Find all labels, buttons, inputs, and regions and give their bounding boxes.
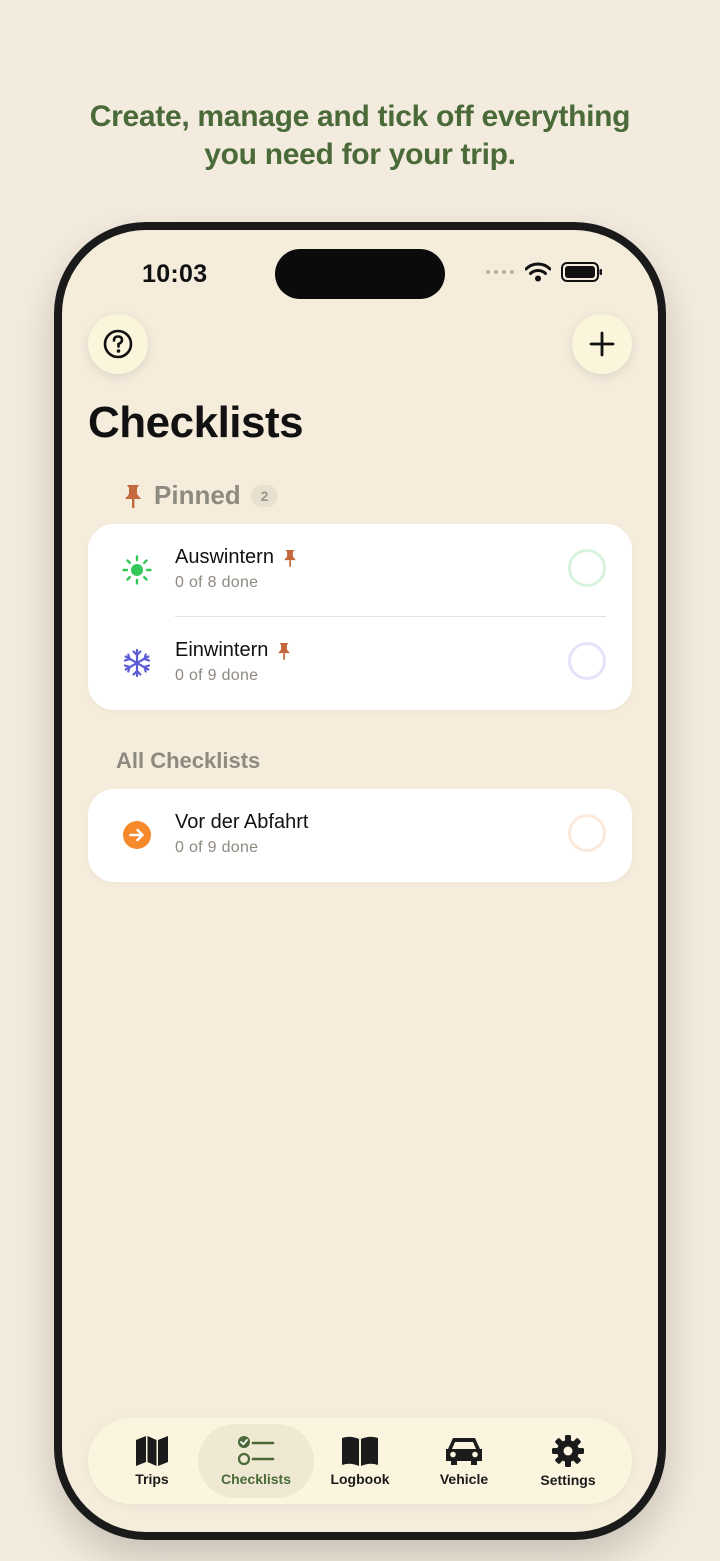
tab-bar: Trips Checklists Logbook Vehicle Setting… xyxy=(88,1418,632,1504)
battery-icon xyxy=(561,262,602,282)
progress-ring xyxy=(568,814,606,852)
list-item-progress: 0 of 9 done xyxy=(175,839,259,856)
tab-label: Logbook xyxy=(330,1471,390,1487)
checklist-icon xyxy=(237,1436,275,1466)
all-checklists-card: Vor der Abfahrt 0 of 9 done xyxy=(88,789,632,882)
snowflake-icon xyxy=(122,648,152,678)
question-circle-icon xyxy=(103,329,133,359)
progress-ring xyxy=(568,549,606,587)
book-icon xyxy=(342,1436,378,1466)
list-item-progress: 0 of 8 done xyxy=(175,574,259,591)
cellular-icon xyxy=(486,270,514,274)
sun-icon xyxy=(122,555,152,585)
status-icons xyxy=(485,262,603,282)
list-item-title-text: Einwintern xyxy=(175,639,269,661)
tab-label: Vehicle xyxy=(439,1471,489,1487)
tab-vehicle[interactable]: Vehicle xyxy=(412,1424,516,1498)
all-checklists-section-header: All Checklists xyxy=(116,748,260,774)
tab-settings[interactable]: Settings xyxy=(516,1424,620,1498)
pinned-card: Auswintern 0 of 8 done Einwintern 0 of 9… xyxy=(88,524,632,710)
pin-icon xyxy=(284,549,296,567)
add-checklist-button[interactable] xyxy=(572,314,632,374)
pin-icon xyxy=(125,484,141,508)
list-item-title: Einwintern xyxy=(175,639,292,662)
help-button[interactable] xyxy=(88,314,148,374)
pinned-label: Pinned xyxy=(154,480,241,510)
status-time: 10:03 xyxy=(142,260,208,288)
wifi-icon xyxy=(525,262,551,282)
headline-line-1: Create, manage and tick off everything xyxy=(89,100,631,133)
list-item-title-text: Vor der Abfahrt xyxy=(175,811,309,833)
pin-icon xyxy=(278,642,291,660)
headline: Create, manage and tick off everything y… xyxy=(0,98,720,174)
tab-label: Checklists xyxy=(220,1471,292,1487)
plus-icon xyxy=(589,331,615,357)
all-checklists-label: All Checklists xyxy=(116,748,261,773)
progress-ring xyxy=(568,642,606,680)
pinned-count-badge: 2 xyxy=(250,484,279,507)
gear-icon xyxy=(552,1435,584,1467)
pinned-section-header: Pinned 2 xyxy=(122,480,279,511)
list-item-vor-der-abfahrt[interactable]: Vor der Abfahrt 0 of 9 done xyxy=(88,789,632,881)
list-item-progress: 0 of 9 done xyxy=(175,667,259,684)
tab-label: Trips xyxy=(135,1471,169,1487)
list-item-auswintern[interactable]: Auswintern 0 of 8 done xyxy=(88,524,632,616)
page-title: Checklists xyxy=(88,398,304,447)
dynamic-island xyxy=(275,249,445,299)
tab-logbook[interactable]: Logbook xyxy=(308,1424,412,1498)
phone-screen: 10:03 Checklists Pinned 2 Auswintern 0 o… xyxy=(62,230,658,1532)
map-icon xyxy=(136,1436,168,1466)
list-item-title: Vor der Abfahrt xyxy=(175,811,308,834)
arrow-right-circle-icon xyxy=(122,820,152,850)
headline-line-2: you need for your trip. xyxy=(204,138,516,171)
list-item-title-text: Auswintern xyxy=(175,546,274,568)
tab-label: Settings xyxy=(540,1472,596,1488)
tab-trips[interactable]: Trips xyxy=(100,1424,204,1498)
list-item-title: Auswintern xyxy=(175,546,298,569)
tab-checklists[interactable]: Checklists xyxy=(198,1424,314,1498)
list-item-einwintern[interactable]: Einwintern 0 of 9 done xyxy=(88,617,632,709)
car-icon xyxy=(446,1438,482,1465)
